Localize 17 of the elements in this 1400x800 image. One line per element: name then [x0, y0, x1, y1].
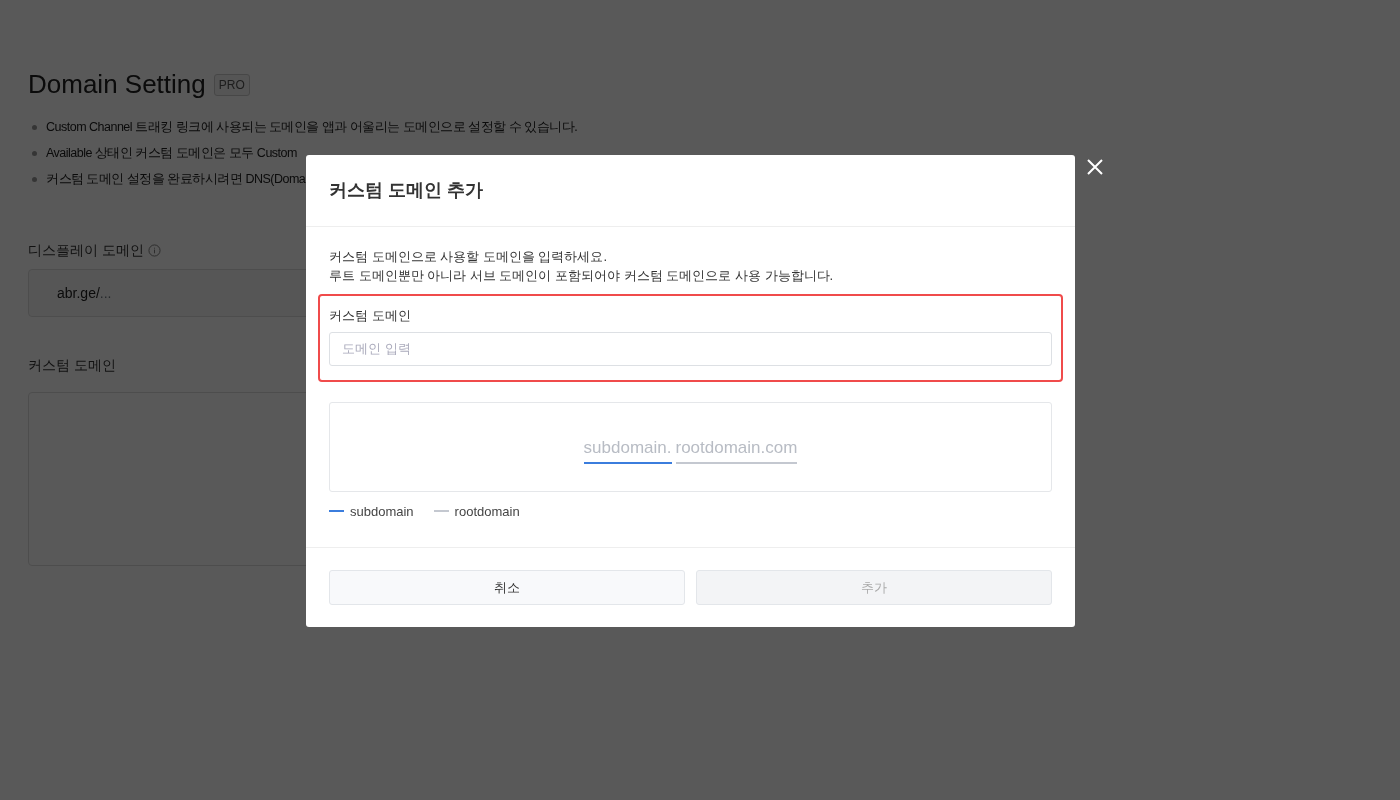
page-title: Domain Setting: [28, 69, 206, 101]
description-text: 루트 도메인뿐만 아니라 서브 도메인이 포함되어야 커스텀 도메인으로 사용 가능합니다.: [328, 267, 835, 285]
section-label: 커스텀 도메인: [28, 356, 117, 376]
section-label: 디스플레이 도메인: [28, 241, 144, 261]
modal-title: 커스텀 도메인 추가: [306, 155, 1075, 227]
preview-text: rootdomain.com: [675, 435, 798, 464]
legend-label: subdomain: [350, 502, 414, 521]
preview-text: subdomain.: [583, 435, 672, 464]
note-text: 커스텀 도메인 설정을 완료하시려면 DNS(Doma: [46, 172, 306, 187]
note-text: Available 상태인 커스텀 도메인은 모두 Custom: [46, 146, 297, 161]
plan-tag: PRO: [213, 73, 250, 96]
description-text: 커스텀 도메인으로 사용할 도메인을 입력하세요.: [328, 248, 609, 266]
domain-placeholder: ...: [99, 283, 112, 303]
note-text: Custom Channel 트래킹 링크에 사용되는 도메인을 앱과 어울리는 도메인으로 설정할 수 있습니다.: [46, 120, 578, 135]
domain-prefix: abr.ge/: [57, 283, 100, 303]
legend-label: rootdomain: [454, 502, 520, 521]
field-label: 커스텀 도메인: [329, 307, 412, 325]
